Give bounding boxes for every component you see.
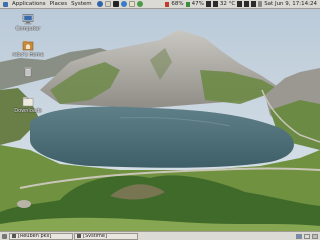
window-icon <box>77 234 81 238</box>
desktop-icon-computer[interactable]: Computer <box>8 14 48 32</box>
cpu-percent: 68% <box>171 1 184 7</box>
menu-system[interactable]: System <box>71 1 92 7</box>
menu-applications[interactable]: Applications <box>12 1 46 7</box>
help-icon[interactable] <box>120 1 127 7</box>
taskbar-button[interactable]: [Reuben pkx] <box>9 232 73 240</box>
main-menu: Applications Places System <box>1 1 94 7</box>
mail-icon[interactable] <box>104 1 111 7</box>
workspace-2[interactable] <box>304 233 310 239</box>
top-panel: Applications Places System 68% 47% 32 °C… <box>0 0 320 9</box>
menu-places[interactable]: Places <box>50 1 68 7</box>
editor-icon[interactable] <box>128 1 135 7</box>
memory-indicator-icon <box>185 1 190 7</box>
monitor-graph-5[interactable] <box>251 1 257 7</box>
taskbar-button[interactable]: [Svstime] <box>74 232 138 240</box>
desktop-icon-label: rebo's Home <box>12 52 44 58</box>
workspace-switcher <box>294 233 320 239</box>
foot-logo-icon <box>3 1 8 7</box>
temperature: 32 °C <box>219 1 236 7</box>
monitor-graph-1[interactable] <box>205 1 211 7</box>
cpu-indicator-icon <box>165 1 170 7</box>
folder-icon <box>22 96 34 107</box>
browser-icon[interactable] <box>96 1 103 7</box>
desktop-icon-label: Downloads <box>14 108 42 114</box>
taskbar-label: [Svstime] <box>83 233 107 239</box>
desktop-icon-home[interactable]: rebo's Home <box>8 40 48 58</box>
desktop-icon-downloads[interactable]: Downloads <box>8 96 48 114</box>
monitor-graph-2[interactable] <box>212 1 218 7</box>
monitor-graph-4[interactable] <box>244 1 250 7</box>
landscape-image <box>0 0 320 240</box>
desktop-icon-trash[interactable] <box>8 66 48 78</box>
launcher-bar <box>96 1 144 7</box>
computer-icon <box>22 14 34 25</box>
volume-icon[interactable] <box>258 1 263 7</box>
workspace-1[interactable] <box>296 233 302 239</box>
trash-applet-icon[interactable] <box>312 233 318 239</box>
bottom-panel: [Reuben pkx] [Svstime] <box>0 231 320 240</box>
window-icon <box>12 234 16 238</box>
show-desktop-icon[interactable] <box>2 233 7 239</box>
system-tray: 68% 47% 32 °C Sat Jun 9, 17:14:24 <box>164 1 320 7</box>
desktop-icon-label: Computer <box>15 26 41 32</box>
taskbar-label: [Reuben pkx] <box>18 233 52 239</box>
clock[interactable]: Sat Jun 9, 17:14:24 <box>264 1 317 7</box>
chat-icon[interactable] <box>136 1 143 7</box>
monitor-graph-3[interactable] <box>237 1 243 7</box>
desktop-wallpaper <box>0 0 320 240</box>
home-folder-icon <box>22 40 34 51</box>
memory-percent: 47% <box>191 1 204 7</box>
terminal-icon[interactable] <box>112 1 119 7</box>
trash-icon <box>22 66 34 77</box>
